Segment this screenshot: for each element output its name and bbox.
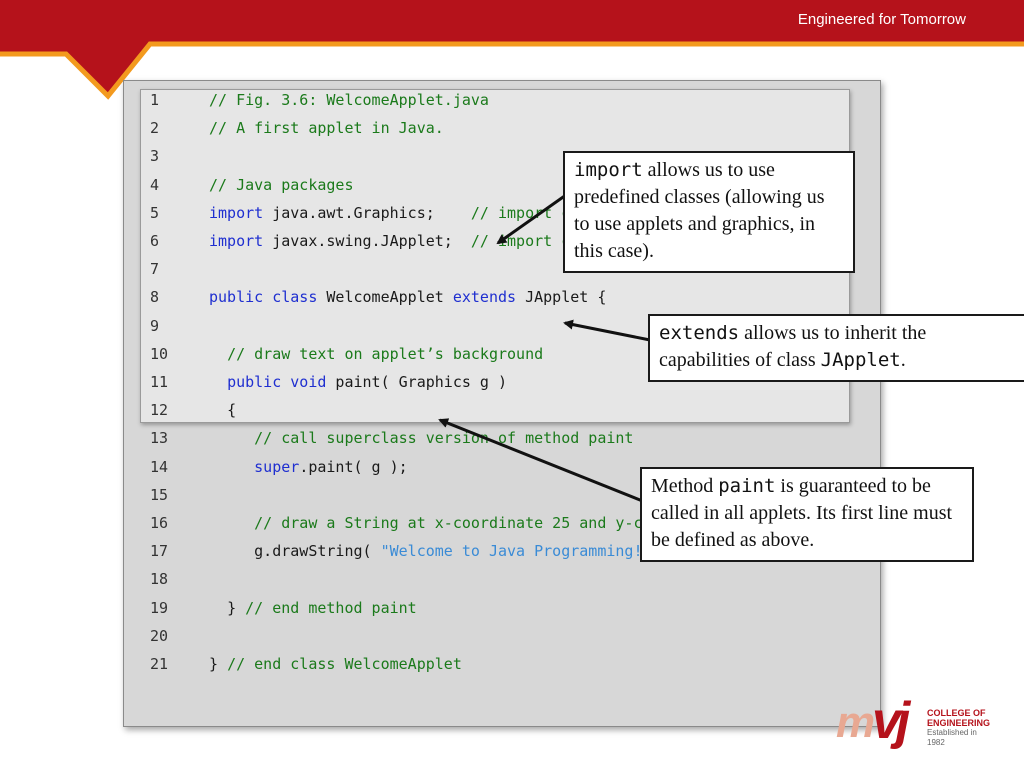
- extends-keyword: extends: [659, 322, 740, 344]
- logo-text: COLLEGE OF ENGINEERING Established in 19…: [927, 708, 996, 748]
- japplet-class-name: JApplet: [820, 349, 901, 371]
- logo-line3: Established in 1982: [927, 728, 977, 747]
- extends-callout: extends allows us to inherit the capabil…: [648, 314, 1024, 382]
- extends-arrow: [563, 319, 651, 342]
- college-logo: m vj COLLEGE OF ENGINEERING Established …: [836, 695, 996, 751]
- paint-arrow: [438, 418, 646, 504]
- paint-callout: Method paint is guaranteed to be called …: [640, 467, 974, 562]
- annotation-arrows: [438, 193, 651, 504]
- logo-m-letter: m: [836, 698, 875, 747]
- paint-keyword: paint: [718, 475, 776, 497]
- import-arrow: [496, 193, 567, 245]
- paint-callout-prefix: Method: [651, 475, 719, 497]
- logo-vj-letters: vj: [872, 692, 910, 750]
- extends-callout-end: .: [900, 349, 906, 371]
- logo-line1: COLLEGE OF: [927, 708, 986, 718]
- import-callout: import allows us to use predefined class…: [563, 151, 855, 273]
- import-keyword: import: [574, 159, 643, 181]
- logo-line2: ENGINEERING: [927, 718, 991, 728]
